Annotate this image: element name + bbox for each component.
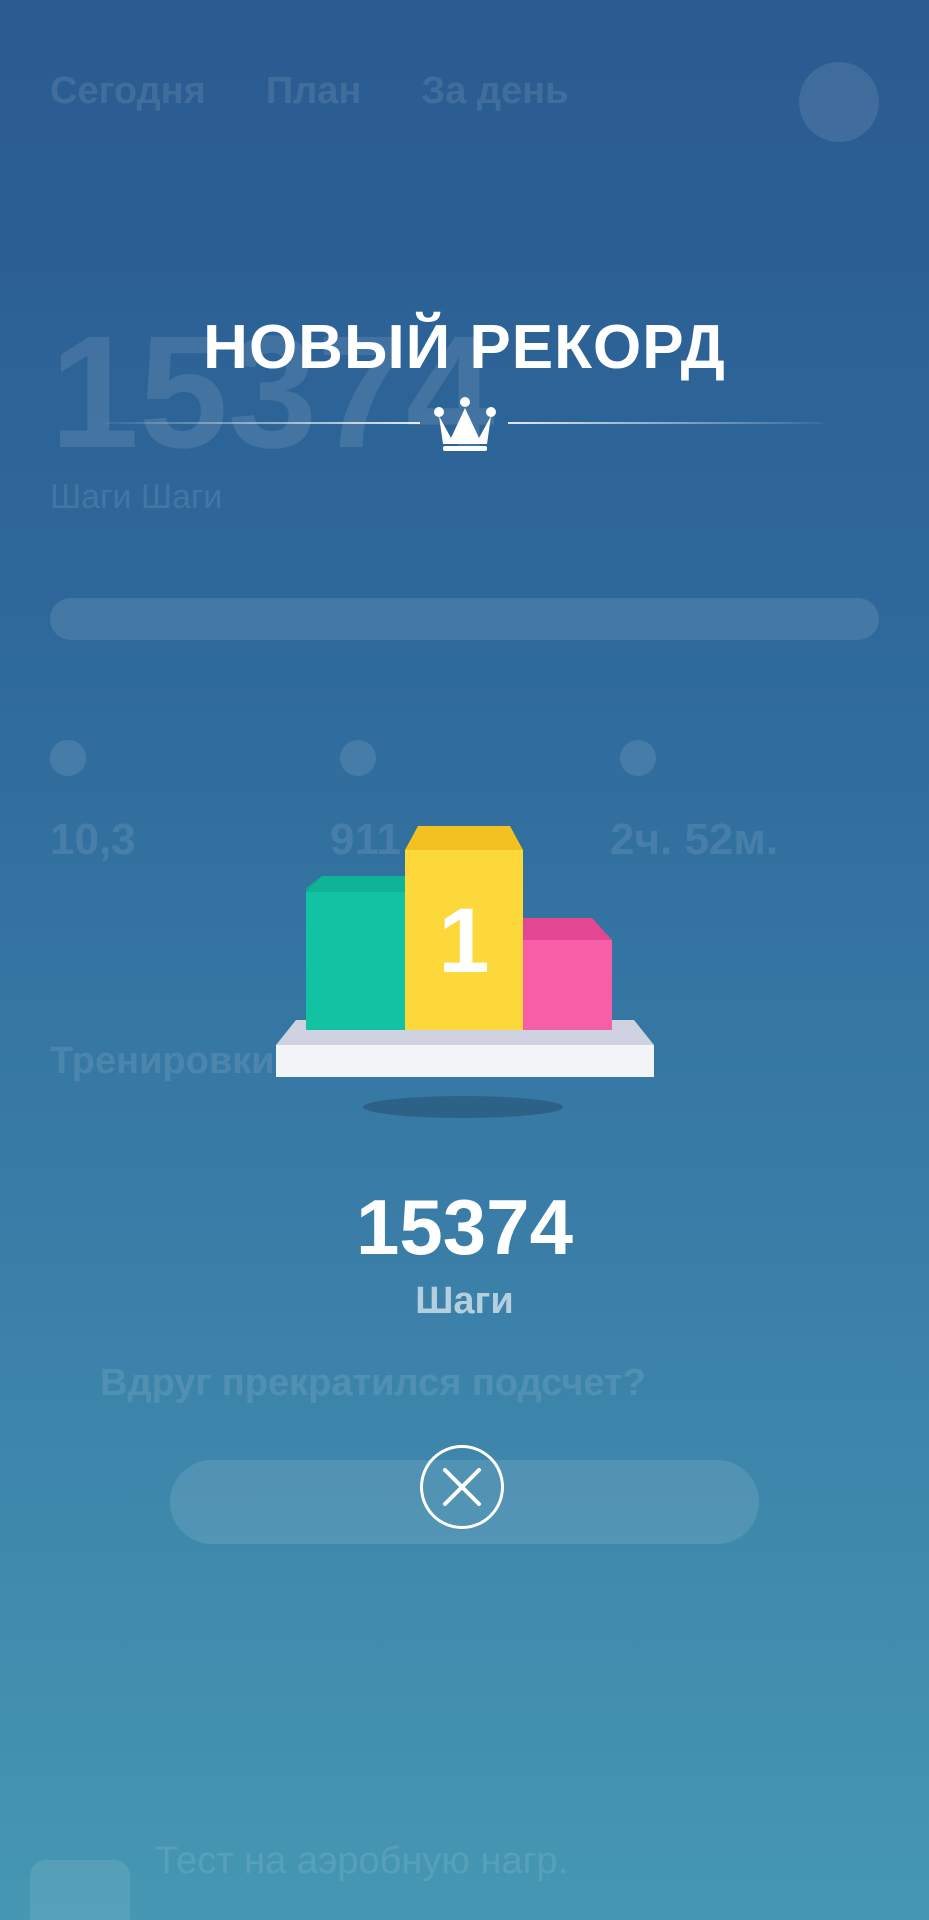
background-progress-bar — [50, 598, 879, 640]
background-stat-icon — [50, 740, 86, 776]
podium-icon: 1 — [276, 826, 654, 1118]
divider-left — [105, 422, 420, 424]
close-button[interactable] — [420, 1445, 504, 1529]
crown-icon — [434, 397, 496, 451]
background-stat-icon — [340, 740, 376, 776]
background-question: Вдруг прекратился подсчет? — [100, 1362, 646, 1404]
background-stat-icon — [620, 740, 656, 776]
background-section: Тренировки — [50, 1040, 275, 1082]
podium-label: 1 — [438, 890, 489, 992]
background-tab: За день — [421, 70, 569, 112]
background-avatar — [799, 62, 879, 142]
record-unit: Шаги — [415, 1280, 514, 1322]
background-tab: Сегодня — [50, 70, 206, 112]
background-bottom-text: Тест на аэробную нагр. — [155, 1840, 569, 1882]
close-icon — [443, 1468, 481, 1506]
background-tab: План — [265, 70, 362, 112]
background-tabs: Сегодня План За день — [50, 70, 568, 113]
record-value: 15374 — [356, 1183, 573, 1271]
background-steps-subtitle: Шаги Шаги — [50, 478, 223, 516]
record-title: НОВЫЙ РЕКОРД — [203, 313, 726, 382]
divider-right — [508, 422, 823, 424]
background-card — [30, 1860, 130, 1920]
background-stat: 10,3 — [50, 815, 136, 864]
